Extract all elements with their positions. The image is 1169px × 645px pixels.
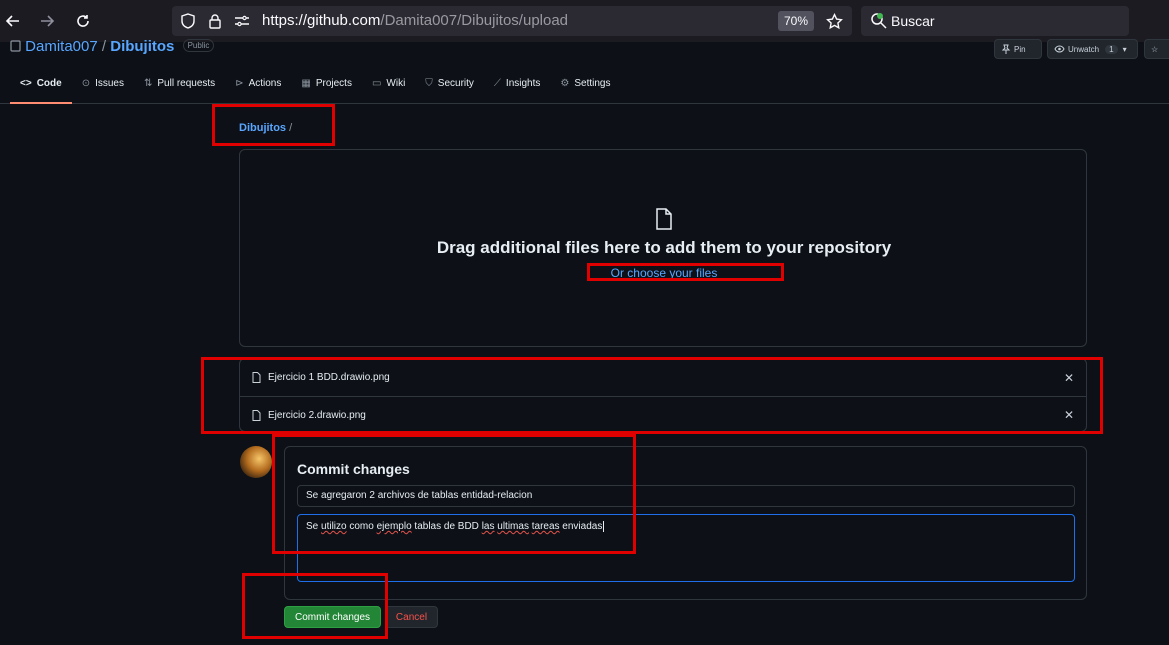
url-text[interactable]: https://github.com/Damita007/Dibujitos/u… <box>262 12 568 29</box>
repo-name-link[interactable]: Dibujitos <box>110 38 174 55</box>
pin-label: Pin <box>1014 44 1026 54</box>
tab-wiki[interactable]: ▭ Wiki <box>362 78 415 104</box>
gear-icon: ⚙ <box>560 78 570 89</box>
tab-wiki-label: Wiki <box>386 78 406 89</box>
tab-pull-requests[interactable]: ⇅ Pull requests <box>134 78 225 104</box>
repo-owner-link[interactable]: Damita007 <box>25 38 98 55</box>
annotation-box <box>201 357 1103 434</box>
watch-count-badge: 1 <box>1105 44 1118 54</box>
repo-tabs: <> Code ⊙ Issues ⇅ Pull requests ⊳ Actions ▦… <box>10 78 621 104</box>
pull-request-icon: ⇅ <box>143 78 153 89</box>
tab-security[interactable]: ⛉ Security <box>415 78 484 104</box>
tab-insights-label: Insights <box>505 78 541 89</box>
unwatch-button[interactable]: Unwatch 1 ▾ <box>1047 39 1138 59</box>
chevron-down-icon: ▾ <box>1122 44 1127 54</box>
shield-tracking-icon <box>181 13 195 29</box>
tab-pull-requests-label: Pull requests <box>157 78 216 89</box>
tab-settings[interactable]: ⚙ Settings <box>550 78 620 104</box>
code-icon: <> <box>20 78 32 89</box>
cancel-button[interactable]: Cancel <box>385 606 438 628</box>
url-host: https://github.com <box>262 12 381 29</box>
tab-security-label: Security <box>437 78 474 89</box>
tab-code[interactable]: <> Code <box>10 78 72 104</box>
pin-icon <box>1001 44 1011 54</box>
search-icon <box>871 13 887 29</box>
table-icon: ▦ <box>301 78 311 89</box>
star-icon: ☆ <box>1151 44 1159 54</box>
bookmark-star-icon[interactable] <box>826 13 843 30</box>
eye-icon <box>1054 45 1065 53</box>
url-bar[interactable]: https://github.com/Damita007/Dibujitos/u… <box>172 6 852 36</box>
back-button[interactable] <box>0 8 26 34</box>
annotation-box <box>272 434 636 554</box>
reload-button[interactable] <box>70 8 96 34</box>
tab-actions-label: Actions <box>248 78 282 89</box>
permissions-icon <box>235 15 249 27</box>
repo-icon <box>10 40 21 52</box>
search-bar[interactable]: Buscar <box>861 6 1129 36</box>
search-placeholder: Buscar <box>891 13 935 29</box>
shield-icon: ⛉ <box>425 78 433 89</box>
tab-code-label: Code <box>36 78 62 89</box>
tab-projects-label: Projects <box>315 78 352 89</box>
tab-settings-label: Settings <box>574 78 611 89</box>
forward-button[interactable] <box>34 8 60 34</box>
tab-insights[interactable]: ⟋ Insights <box>484 78 550 104</box>
annotation-box <box>242 573 388 639</box>
issue-icon: ⊙ <box>81 78 91 89</box>
repo-separator: / <box>97 38 111 55</box>
pin-button[interactable]: Pin <box>994 39 1042 59</box>
forward-arrow-icon <box>41 15 55 27</box>
drop-zone-title: Drag additional files here to add them t… <box>436 238 892 257</box>
repo-header: Damita007 / Dibujitos Public Pin Unwatch… <box>0 38 1169 104</box>
lock-icon <box>209 14 221 29</box>
visibility-badge: Public <box>182 39 215 52</box>
annotation-box <box>587 263 784 281</box>
back-arrow-icon <box>5 15 19 27</box>
repo-title: Damita007 / Dibujitos Public <box>10 38 215 55</box>
file-drop-zone[interactable]: Drag additional files here to add them t… <box>239 149 1087 347</box>
browser-toolbar: https://github.com/Damita007/Dibujitos/u… <box>0 0 1169 42</box>
unwatch-label: Unwatch <box>1068 44 1100 54</box>
star-button[interactable]: ☆ <box>1144 39 1169 59</box>
graph-icon: ⟋ <box>493 78 501 89</box>
book-icon: ▭ <box>371 78 382 89</box>
avatar <box>240 446 272 478</box>
tab-issues[interactable]: ⊙ Issues <box>72 78 134 104</box>
zoom-indicator[interactable]: 70% <box>778 11 814 31</box>
tab-issues-label: Issues <box>95 78 124 89</box>
reload-icon <box>77 15 89 27</box>
tab-projects[interactable]: ▦ Projects <box>291 78 362 104</box>
play-icon: ⊳ <box>235 78 244 89</box>
url-path: /Damita007/Dibujitos/upload <box>380 12 569 29</box>
annotation-box <box>212 104 335 146</box>
file-icon <box>656 208 672 230</box>
tab-actions[interactable]: ⊳ Actions <box>225 78 291 104</box>
